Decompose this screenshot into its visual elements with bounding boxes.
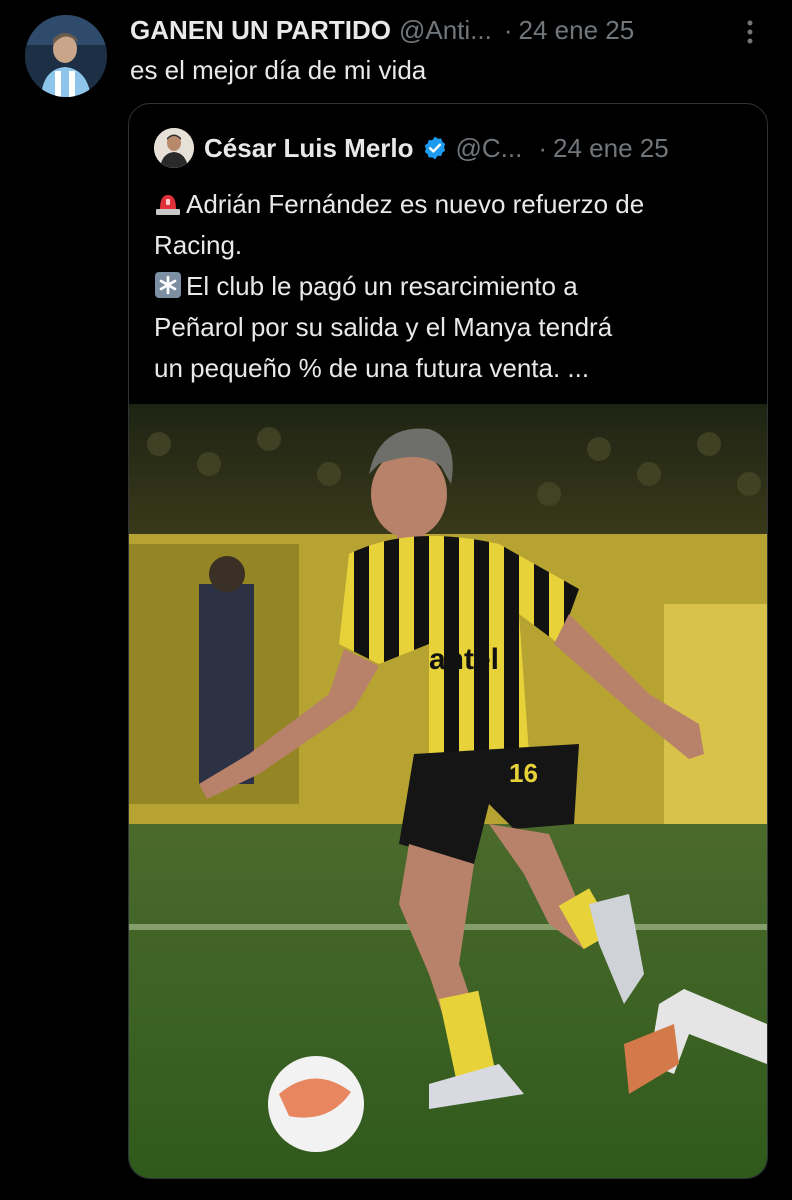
shirt-sponsor-text: antel xyxy=(429,643,499,676)
football-player-photo: antel 16 xyxy=(129,404,767,1178)
quoted-author-avatar[interactable] xyxy=(154,128,194,168)
quoted-text-line-4: Peñarol por su salida y el Manya tendrá xyxy=(154,312,613,342)
tweet-header: GANEN UN PARTIDO @Anti... · 24 ene 25 xyxy=(130,12,762,48)
quoted-text-line-3: El club le pagó un resarcimiento a xyxy=(186,271,578,301)
quoted-text-line-1: Adrián Fernández es nuevo refuerzo de xyxy=(186,189,645,219)
text-line: Adrián Fernández es nuevo refuerzo de xyxy=(154,184,747,225)
quoted-tweet[interactable]: César Luis Merlo @C... · 24 ene 25 Adriá… xyxy=(128,103,768,1179)
tweet-text: es el mejor día de mi vida xyxy=(130,55,427,85)
verified-badge-icon xyxy=(424,136,445,160)
quoted-author-handle[interactable]: @C... xyxy=(456,133,523,164)
tweet-timestamp[interactable]: 24 ene 25 xyxy=(519,15,635,46)
separator-dot: · xyxy=(538,132,548,163)
author-name[interactable]: GANEN UN PARTIDO xyxy=(130,15,391,46)
avatar-image xyxy=(25,15,107,97)
asterisk-icon xyxy=(155,272,181,298)
quoted-tweet-header: César Luis Merlo @C... · 24 ene 25 xyxy=(154,126,747,170)
quoted-tweet-timestamp[interactable]: 24 ene 25 xyxy=(553,133,669,164)
separator-dot: · xyxy=(503,14,513,45)
author-handle[interactable]: @Anti... xyxy=(399,15,492,46)
author-avatar[interactable] xyxy=(25,15,107,97)
quoted-tweet-text: Adrián Fernández es nuevo refuerzo de Ra… xyxy=(154,184,747,389)
more-options-icon[interactable] xyxy=(738,18,762,46)
quoted-author-name[interactable]: César Luis Merlo xyxy=(204,133,414,164)
police-light-icon xyxy=(156,195,180,215)
shirt-number-text: 16 xyxy=(509,758,538,788)
text-line: El club le pagó un resarcimiento a xyxy=(154,266,747,307)
quoted-text-line-2: Racing. xyxy=(154,230,243,260)
tweet-media-photo[interactable]: antel 16 xyxy=(129,404,767,1178)
quoted-text-line-5: un pequeño % de una futura venta. ... xyxy=(154,353,590,383)
